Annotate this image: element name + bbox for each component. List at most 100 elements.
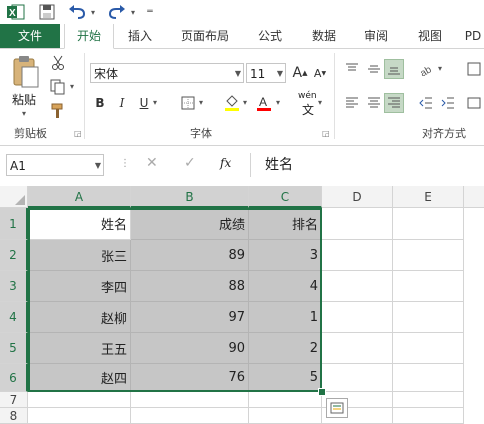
align-top-icon[interactable] <box>342 59 362 79</box>
shrink-font-icon[interactable]: A ▼ <box>310 63 330 83</box>
row-header-5[interactable]: 5 <box>0 333 28 364</box>
cell-c1[interactable]: 排名 <box>249 208 322 240</box>
redo-dropdown-icon[interactable]: ▾ <box>128 2 138 22</box>
italic-icon[interactable]: I <box>112 93 132 113</box>
cell-b1[interactable]: 成绩 <box>131 208 249 240</box>
save-icon[interactable] <box>37 2 57 22</box>
cell-b3[interactable]: 88 <box>131 271 249 302</box>
cell-b7[interactable] <box>131 392 249 408</box>
column-header-f[interactable] <box>464 186 484 208</box>
cell-e3[interactable] <box>393 271 464 302</box>
cell-e4[interactable] <box>393 302 464 333</box>
row-header-3[interactable]: 3 <box>0 271 28 302</box>
increase-indent-icon[interactable] <box>438 93 458 113</box>
enter-icon[interactable]: ✓ <box>184 155 196 171</box>
undo-icon[interactable] <box>66 2 88 22</box>
font-color-dropdown-icon[interactable]: ▾ <box>276 98 280 107</box>
underline-dropdown-icon[interactable]: ▾ <box>153 98 157 107</box>
format-painter-icon[interactable] <box>48 101 68 121</box>
font-name-combo[interactable]: 宋体 ▼ <box>90 63 244 83</box>
underline-icon[interactable]: U <box>134 93 154 113</box>
cell-d6[interactable] <box>322 364 393 392</box>
cell-d4[interactable] <box>322 302 393 333</box>
cell-c6[interactable]: 5 <box>249 364 322 392</box>
cell-c7[interactable] <box>249 392 322 408</box>
tab-formulas[interactable]: 公式 <box>248 24 292 48</box>
cancel-icon[interactable]: ✕ <box>146 155 158 171</box>
align-bottom-icon[interactable] <box>384 59 404 79</box>
cell-c4[interactable]: 1 <box>249 302 322 333</box>
cell-d5[interactable] <box>322 333 393 364</box>
row-header-2[interactable]: 2 <box>0 240 28 271</box>
cell-a1[interactable]: 姓名 <box>28 208 131 240</box>
font-size-combo[interactable]: 11 ▼ <box>246 63 286 83</box>
tab-review[interactable]: 审阅 <box>354 24 398 48</box>
fill-color-icon[interactable] <box>222 93 242 113</box>
insert-function-icon[interactable]: fx <box>220 156 231 170</box>
tab-pdf[interactable]: PD <box>462 24 484 48</box>
redo-icon[interactable] <box>106 2 128 22</box>
orientation-icon[interactable]: ab <box>416 59 436 79</box>
cell-b5[interactable]: 90 <box>131 333 249 364</box>
align-middle-icon[interactable] <box>364 59 384 79</box>
cell-d3[interactable] <box>322 271 393 302</box>
cell-b6[interactable]: 76 <box>131 364 249 392</box>
tab-insert[interactable]: 插入 <box>118 24 162 48</box>
cell-c2[interactable]: 3 <box>249 240 322 271</box>
tab-page-layout[interactable]: 页面布局 <box>172 24 238 48</box>
column-header-e[interactable]: E <box>393 186 464 208</box>
orientation-dropdown-icon[interactable]: ▾ <box>438 64 442 73</box>
copy-icon[interactable] <box>48 77 68 97</box>
cell-c5[interactable]: 2 <box>249 333 322 364</box>
worksheet-grid[interactable]: A B C D E 1 2 3 4 5 6 7 8 姓名 成绩 排名 张三 89… <box>0 186 484 424</box>
cell-e6[interactable] <box>393 364 464 392</box>
cell-c3[interactable]: 4 <box>249 271 322 302</box>
quick-analysis-icon[interactable] <box>326 398 348 418</box>
tab-home[interactable]: 开始 <box>64 24 114 49</box>
row-header-7[interactable]: 7 <box>0 392 28 408</box>
cell-a4[interactable]: 赵柳 <box>28 302 131 333</box>
align-center-icon[interactable] <box>364 93 384 113</box>
align-left-icon[interactable] <box>342 93 362 113</box>
wrap-text-icon[interactable] <box>464 59 484 79</box>
name-box[interactable]: A1 ▼ <box>6 154 104 176</box>
tab-view[interactable]: 视图 <box>408 24 452 48</box>
cell-a5[interactable]: 王五 <box>28 333 131 364</box>
cell-e2[interactable] <box>393 240 464 271</box>
borders-icon[interactable] <box>178 93 198 113</box>
cut-icon[interactable] <box>48 53 68 73</box>
tab-data[interactable]: 数据 <box>302 24 346 48</box>
customize-qat-icon[interactable]: ═ <box>144 2 156 22</box>
undo-dropdown-icon[interactable]: ▾ <box>88 2 98 22</box>
cell-d1[interactable] <box>322 208 393 240</box>
column-header-c[interactable]: C <box>249 186 322 208</box>
cell-a8[interactable] <box>28 408 131 424</box>
cell-d2[interactable] <box>322 240 393 271</box>
cell-e7[interactable] <box>393 392 464 408</box>
tab-file[interactable]: 文件 <box>0 24 60 48</box>
grow-font-icon[interactable]: A ▲ <box>290 63 310 83</box>
cell-b2[interactable]: 89 <box>131 240 249 271</box>
cell-a6[interactable]: 赵四 <box>28 364 131 392</box>
cell-b4[interactable]: 97 <box>131 302 249 333</box>
cell-a3[interactable]: 李四 <box>28 271 131 302</box>
borders-dropdown-icon[interactable]: ▾ <box>199 98 203 107</box>
paste-label[interactable]: 粘贴 <box>12 91 36 108</box>
phonetic-guide-icon[interactable]: wén <box>298 91 317 101</box>
cell-c8[interactable] <box>249 408 322 424</box>
cell-e1[interactable] <box>393 208 464 240</box>
cell-a2[interactable]: 张三 <box>28 240 131 271</box>
fill-color-dropdown-icon[interactable]: ▾ <box>243 98 247 107</box>
fill-handle[interactable] <box>318 388 326 396</box>
paste-dropdown-icon[interactable]: ▾ <box>22 109 26 118</box>
clipboard-dialog-launcher-icon[interactable]: ◲ <box>74 129 82 138</box>
paste-icon[interactable] <box>10 55 40 89</box>
font-dialog-launcher-icon[interactable]: ◲ <box>322 129 330 138</box>
align-right-icon[interactable] <box>384 93 404 113</box>
formula-input[interactable]: 姓名 <box>250 153 484 177</box>
bold-icon[interactable]: B <box>90 93 110 113</box>
column-header-b[interactable]: B <box>131 186 249 208</box>
row-header-6[interactable]: 6 <box>0 364 28 392</box>
font-color-icon[interactable]: A <box>254 93 274 113</box>
cell-e5[interactable] <box>393 333 464 364</box>
